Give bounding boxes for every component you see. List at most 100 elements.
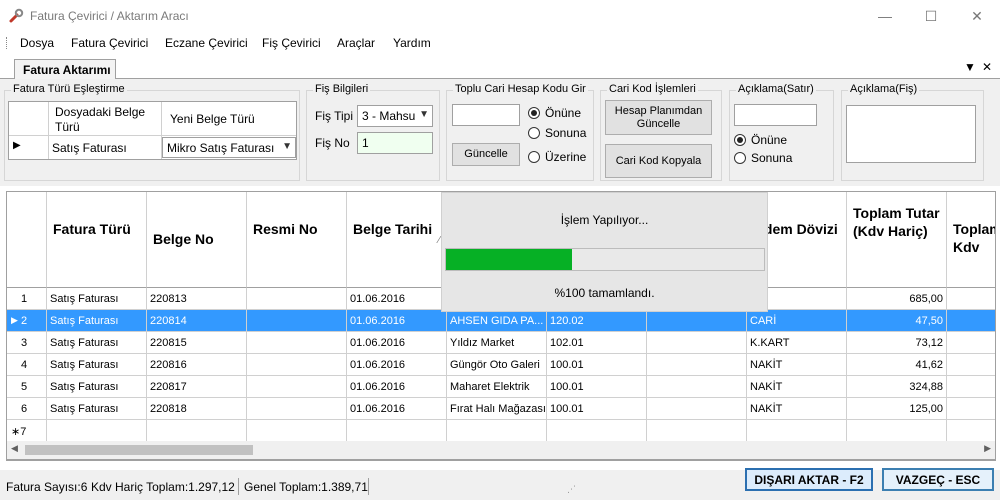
cell-cari-kod[interactable]: 120.02: [547, 310, 647, 332]
cell-fatura-turu[interactable]: Satış Faturası: [47, 288, 147, 310]
tab-list-dropdown-icon[interactable]: ▼: [964, 60, 976, 74]
export-button[interactable]: DIŞARI AKTAR - F2: [745, 468, 873, 491]
cell-belge-tarihi[interactable]: 01.06.2016: [347, 310, 447, 332]
cell-resmi-no[interactable]: [247, 288, 347, 310]
cell-belge-no[interactable]: 220817: [147, 376, 247, 398]
new-row-marker[interactable]: ∗7: [7, 420, 47, 442]
cell-toplam-tutar[interactable]: 47,50: [847, 310, 947, 332]
scroll-right-icon[interactable]: ▶: [984, 443, 991, 454]
cell-toplam-kdv[interactable]: [947, 332, 995, 354]
cell-fatura-turu[interactable]: Satış Faturası: [47, 332, 147, 354]
cell-fatura-turu[interactable]: Satış Faturası: [47, 310, 147, 332]
row-number[interactable]: 3: [7, 332, 47, 354]
cell-cari-adi[interactable]: AHSEN GIDA PA...: [447, 310, 547, 332]
new-row-cell[interactable]: [747, 420, 847, 442]
cell-extra[interactable]: [647, 398, 747, 420]
new-row-cell[interactable]: [347, 420, 447, 442]
horizontal-scrollbar[interactable]: ◀ ▶: [6, 441, 996, 460]
cell-cari-kod[interactable]: 100.01: [547, 376, 647, 398]
cell-belge-no[interactable]: 220816: [147, 354, 247, 376]
toplu-radio-uzerine[interactable]: Üzerine: [528, 150, 586, 164]
col-toplam-tutar[interactable]: Toplam Tutar (Kdv Hariç): [847, 192, 947, 288]
cell-cari-kod[interactable]: 100.01: [547, 354, 647, 376]
cell-extra[interactable]: [647, 354, 747, 376]
aciklama-satir-input[interactable]: [734, 104, 817, 126]
row-number[interactable]: 1: [7, 288, 47, 310]
cell-toplam-kdv[interactable]: [947, 288, 995, 310]
cell-toplam-tutar[interactable]: 685,00: [847, 288, 947, 310]
cell-cari-kod[interactable]: 102.01: [547, 332, 647, 354]
cell-odeme-dovizi[interactable]: CARİ: [747, 310, 847, 332]
toplu-radio-sonuna[interactable]: Sonuna: [528, 126, 586, 140]
cell-belge-no[interactable]: 220813: [147, 288, 247, 310]
col-fatura-turu[interactable]: Fatura Türü: [47, 192, 147, 288]
tab-fatura-aktarimi[interactable]: Fatura Aktarımı: [14, 59, 116, 80]
cell-toplam-kdv[interactable]: [947, 310, 995, 332]
cell-belge-tarihi[interactable]: 01.06.2016: [347, 332, 447, 354]
cell-resmi-no[interactable]: [247, 398, 347, 420]
scrollbar-thumb[interactable]: [25, 445, 253, 455]
cell-resmi-no[interactable]: [247, 332, 347, 354]
cari-kod-kopyala-button[interactable]: Cari Kod Kopyala: [605, 144, 712, 178]
cell-resmi-no[interactable]: [247, 354, 347, 376]
maximize-button[interactable]: ☐: [908, 0, 954, 32]
cell-belge-tarihi[interactable]: 01.06.2016: [347, 354, 447, 376]
minimize-button[interactable]: —: [862, 0, 908, 32]
cell-resmi-no[interactable]: [247, 376, 347, 398]
cancel-button[interactable]: VAZGEÇ - ESC: [882, 468, 994, 491]
fis-no-input[interactable]: 1: [357, 132, 433, 154]
scroll-left-icon[interactable]: ◀: [11, 443, 18, 454]
new-row-cell[interactable]: [247, 420, 347, 442]
cell-odeme-dovizi[interactable]: NAKİT: [747, 354, 847, 376]
menu-araclar[interactable]: Araçlar: [337, 36, 375, 50]
cell-toplam-tutar[interactable]: 73,12: [847, 332, 947, 354]
cell-toplam-kdv[interactable]: [947, 354, 995, 376]
cell-belge-no[interactable]: 220814: [147, 310, 247, 332]
cell-toplam-kdv[interactable]: [947, 376, 995, 398]
menu-eczane-cevirici[interactable]: Eczane Çevirici: [165, 36, 248, 50]
cell-cari-kod[interactable]: 100.01: [547, 398, 647, 420]
col-resmi-no[interactable]: Resmi No: [247, 192, 347, 288]
cell-belge-tarihi[interactable]: 01.06.2016: [347, 288, 447, 310]
menu-fis-cevirici[interactable]: Fiş Çevirici: [262, 36, 321, 50]
resize-grip-icon[interactable]: ⋰: [567, 484, 576, 495]
cell-resmi-no[interactable]: [247, 310, 347, 332]
aciklama-radio-onune[interactable]: Önüne: [734, 133, 787, 147]
cell-toplam-tutar[interactable]: 125,00: [847, 398, 947, 420]
new-row-cell[interactable]: [447, 420, 547, 442]
hesap-plani-guncelle-button[interactable]: Hesap Planımdan Güncelle: [605, 100, 712, 135]
cell-cari-adi[interactable]: Maharet Elektrik: [447, 376, 547, 398]
cell-fatura-turu[interactable]: Satış Faturası: [47, 354, 147, 376]
cell-cari-adi[interactable]: Fırat Halı Mağazası: [447, 398, 547, 420]
new-row-cell[interactable]: [147, 420, 247, 442]
close-button[interactable]: ✕: [954, 0, 1000, 32]
col-belge-no[interactable]: Belge No: [147, 192, 247, 288]
new-row-cell[interactable]: [647, 420, 747, 442]
mapping-target-combo[interactable]: Mikro Satış Faturası ▼: [162, 137, 296, 158]
row-number[interactable]: 4: [7, 354, 47, 376]
toplu-cari-input[interactable]: [452, 104, 520, 126]
cell-toplam-tutar[interactable]: 41,62: [847, 354, 947, 376]
cell-cari-adi[interactable]: Güngör Oto Galeri: [447, 354, 547, 376]
new-row-cell[interactable]: [947, 420, 995, 442]
new-row-cell[interactable]: [47, 420, 147, 442]
tab-close-icon[interactable]: ✕: [982, 60, 992, 74]
cell-extra[interactable]: [647, 376, 747, 398]
fis-tipi-combo[interactable]: 3 - Mahsu ▼: [357, 105, 433, 127]
menu-yardim[interactable]: Yardım: [393, 36, 431, 50]
aciklama-fis-textarea[interactable]: [846, 105, 976, 163]
cell-belge-no[interactable]: 220815: [147, 332, 247, 354]
cell-fatura-turu[interactable]: Satış Faturası: [47, 376, 147, 398]
cell-odeme-dovizi[interactable]: K.KART: [747, 332, 847, 354]
new-row-cell[interactable]: [847, 420, 947, 442]
cell-toplam-tutar[interactable]: 324,88: [847, 376, 947, 398]
col-belge-tarihi[interactable]: Belge Tarihi ⁄: [347, 192, 447, 288]
new-row-cell[interactable]: [547, 420, 647, 442]
cell-belge-no[interactable]: 220818: [147, 398, 247, 420]
row-number[interactable]: 5: [7, 376, 47, 398]
col-toplam-kdv[interactable]: Toplam Kdv: [947, 192, 995, 288]
cell-odeme-dovizi[interactable]: NAKİT: [747, 398, 847, 420]
cell-extra[interactable]: [647, 310, 747, 332]
cell-cari-adi[interactable]: Yıldız Market: [447, 332, 547, 354]
cell-odeme-dovizi[interactable]: NAKİT: [747, 376, 847, 398]
